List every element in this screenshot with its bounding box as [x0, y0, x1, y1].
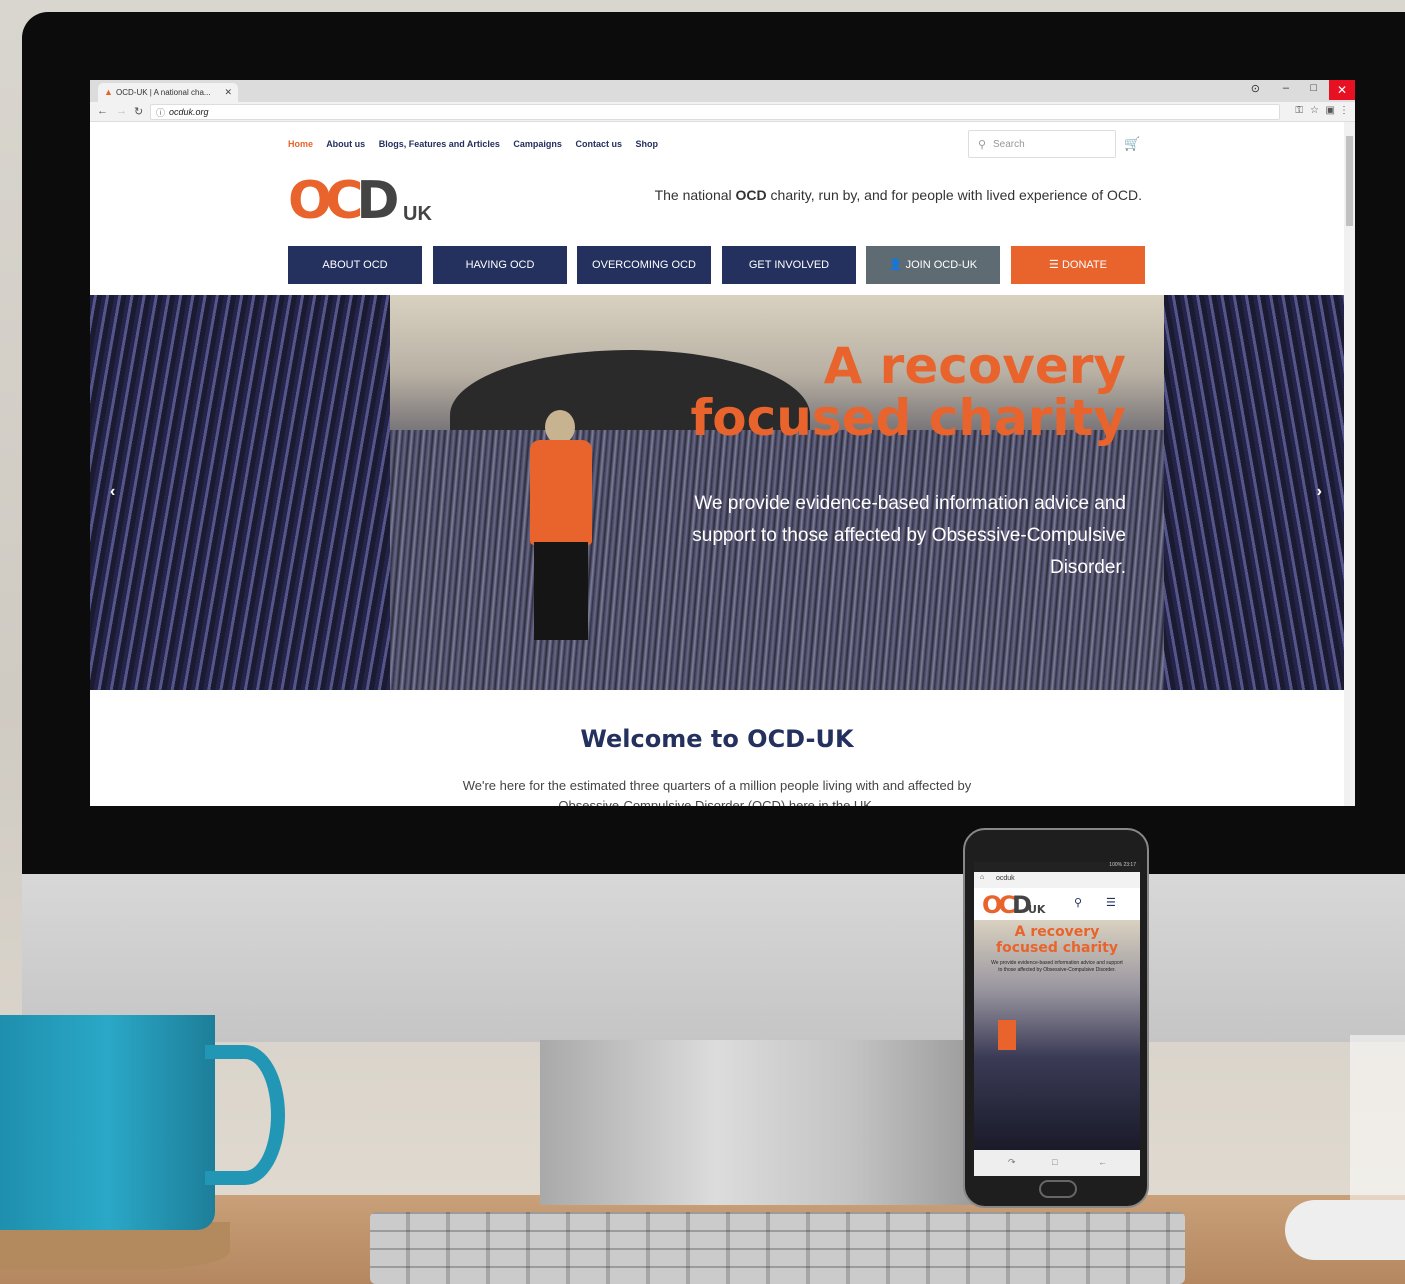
phone-search-icon[interactable]: ⚲: [1074, 896, 1082, 909]
nav-campaigns[interactable]: Campaigns: [513, 139, 562, 149]
logo-text: OCD: [288, 171, 400, 231]
chevron-left-icon[interactable]: ‹: [110, 483, 115, 501]
phone-nav-bar: ↷ □ ←: [974, 1150, 1140, 1176]
phone-hero-person: [998, 1020, 1016, 1050]
phone-header: OCDUK ⚲ ☰: [974, 888, 1140, 920]
nav-home[interactable]: Home: [288, 139, 313, 149]
url-text: ocduk.org: [169, 107, 209, 117]
monitor-chin: [22, 874, 1405, 1042]
ribbon-icon: ▲: [104, 87, 113, 97]
logo-uk: UK: [403, 203, 432, 225]
about-ocd-button[interactable]: ABOUT OCD: [288, 246, 422, 284]
scrollbar[interactable]: [1344, 122, 1355, 806]
phone-hero-text: We provide evidence-based information ad…: [991, 960, 1123, 973]
phone-home-button[interactable]: [1039, 1180, 1077, 1198]
glass: [1350, 1035, 1405, 1210]
info-icon[interactable]: ⓘ: [156, 106, 165, 119]
home-icon[interactable]: ⌂: [980, 874, 984, 881]
phone-back-icon[interactable]: ←: [1098, 1157, 1107, 1167]
welcome-title: Welcome to OCD-UK: [580, 725, 854, 753]
minimize-button[interactable]: –: [1283, 82, 1289, 94]
top-nav: Home About us Blogs, Features and Articl…: [288, 139, 669, 149]
address-bar: ← → ↻ ⓘ ocduk.org ⚿ ☆ ▣ ⋮: [90, 102, 1355, 122]
intro-text: We're here for the estimated three quart…: [462, 778, 972, 806]
hero-carousel: A recovery focused charity We provide ev…: [90, 295, 1344, 690]
phone-url-field[interactable]: ⌂ ocduk: [974, 872, 1140, 888]
user-icon: 👤: [888, 259, 906, 271]
nav-shop[interactable]: Shop: [635, 139, 658, 149]
recents-icon[interactable]: ↷: [1008, 1157, 1016, 1168]
search-icon: ⚲: [978, 139, 987, 151]
tab-title: OCD-UK | A national cha...: [116, 88, 211, 97]
hero-text: We provide evidence-based information ad…: [692, 493, 1126, 578]
extension-icon[interactable]: ▣: [1326, 105, 1335, 116]
overcoming-ocd-button[interactable]: OVERCOMING OCD: [577, 246, 711, 284]
menu-icon: ☰: [1049, 259, 1062, 271]
monitor-stand: [540, 1040, 980, 1205]
close-window-button[interactable]: ✕: [1329, 80, 1355, 100]
mug-handle: [205, 1045, 285, 1185]
join-ocd-uk-button[interactable]: 👤 JOIN OCD-UK: [866, 246, 1000, 284]
having-ocd-button[interactable]: HAVING OCD: [433, 246, 567, 284]
forward-icon[interactable]: →: [116, 105, 127, 117]
mug: [0, 1015, 215, 1230]
tab-bar: ▲ OCD-UK | A national cha... ✕ ⊙ – □ ✕: [90, 80, 1355, 102]
more-menu-icon[interactable]: ⋮: [1339, 105, 1349, 116]
nav-blogs[interactable]: Blogs, Features and Articles: [379, 139, 500, 149]
get-involved-button[interactable]: GET INVOLVED: [722, 246, 856, 284]
phone-status-bar: 100% 23:17: [974, 862, 1140, 872]
phone-screen: 100% 23:17 ⌂ ocduk OCDUK ⚲ ☰ A recovery …: [974, 862, 1140, 1176]
phone-logo[interactable]: OCDUK: [982, 892, 1045, 923]
browser-tab[interactable]: ▲ OCD-UK | A national cha... ✕: [98, 83, 238, 102]
keyboard: [370, 1212, 1185, 1284]
account-icon[interactable]: ⊙: [1251, 82, 1260, 95]
restore-button[interactable]: □: [1310, 82, 1317, 94]
site-logo[interactable]: OCD UK: [288, 171, 448, 231]
chevron-right-icon[interactable]: ›: [1317, 483, 1322, 501]
smartphone: 100% 23:17 ⌂ ocduk OCDUK ⚲ ☰ A recovery …: [963, 828, 1149, 1208]
phone-menu-icon[interactable]: ☰: [1106, 896, 1116, 909]
url-field[interactable]: ⓘ ocduk.org: [150, 104, 1280, 120]
back-icon[interactable]: ←: [97, 105, 108, 117]
phone-hero: A recovery focused charity We provide ev…: [974, 920, 1140, 1150]
key-icon[interactable]: ⚿: [1295, 105, 1303, 116]
close-tab-icon[interactable]: ✕: [224, 87, 232, 98]
hero-title: A recovery focused charity: [690, 337, 1126, 447]
nav-contact-us[interactable]: Contact us: [575, 139, 622, 149]
search-input[interactable]: ⚲ Search: [968, 130, 1116, 158]
phone-hero-title: A recovery focused charity: [996, 924, 1118, 956]
hero-grass-left: [90, 295, 390, 690]
star-icon[interactable]: ☆: [1310, 105, 1319, 116]
hero-person: [520, 410, 600, 640]
search-placeholder: Search: [993, 139, 1025, 150]
tagline: The national OCD charity, run by, and fo…: [654, 187, 1142, 203]
nav-about-us[interactable]: About us: [326, 139, 365, 149]
phone-home-icon[interactable]: □: [1052, 1157, 1057, 1167]
cart-icon[interactable]: 🛒: [1124, 136, 1140, 152]
mouse: [1285, 1200, 1405, 1260]
reload-icon[interactable]: ↻: [134, 105, 143, 118]
donate-button[interactable]: ☰ DONATE: [1011, 246, 1145, 284]
browser-window: ▲ OCD-UK | A national cha... ✕ ⊙ – □ ✕ ←…: [90, 80, 1355, 806]
phone-url-text: ocduk: [996, 875, 1015, 882]
scrollbar-thumb[interactable]: [1346, 136, 1353, 226]
